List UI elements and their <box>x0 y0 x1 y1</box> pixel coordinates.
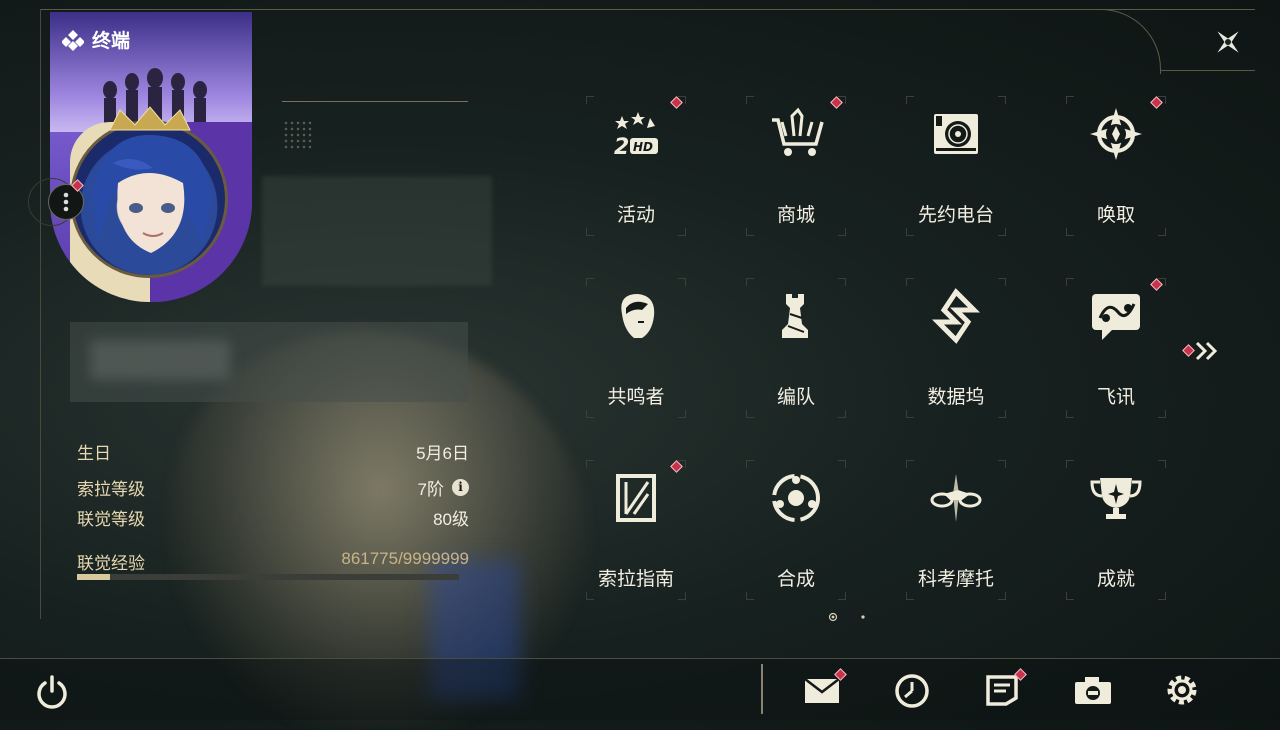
card-title: 终端 <box>62 26 130 53</box>
radio-icon <box>934 114 978 154</box>
exp-value: 861775/9999999 <box>341 549 469 568</box>
stat-union-level: 联觉等级 80级 <box>77 502 469 532</box>
tile-label: 成就 <box>1096 569 1135 590</box>
tile-label: 商城 <box>776 205 815 226</box>
stat-value: 5月6日 <box>416 443 469 463</box>
next-page-button[interactable] <box>1182 340 1222 362</box>
guide-book-icon <box>616 474 656 522</box>
tile-convene[interactable]: 唤取 <box>1066 96 1166 236</box>
stat-value: 7阶 <box>417 479 444 499</box>
more-vertical-icon <box>63 192 69 212</box>
double-chevron-right-icon <box>1195 341 1218 361</box>
info-icon[interactable]: i <box>452 478 469 496</box>
svg-text:2: 2 <box>614 135 629 160</box>
stat-label: 索拉等级 <box>77 479 145 499</box>
notification-badge <box>1182 344 1195 357</box>
gacha-compass-icon <box>1090 108 1142 160</box>
decor-dot-grid <box>283 120 313 150</box>
motorbike-icon <box>930 474 982 522</box>
exp-row: 联觉经验 861775/9999999 <box>77 549 469 574</box>
frame-right-line <box>1160 70 1255 71</box>
close-button[interactable] <box>1208 22 1248 62</box>
exp-progress-bar <box>77 574 459 580</box>
tile-resonators[interactable]: 共鸣者 <box>586 278 686 418</box>
tile-label: 先约电台 <box>917 205 994 226</box>
trophy-icon <box>1090 478 1142 519</box>
tile-label: 数据坞 <box>927 387 985 408</box>
stat-sol-rank: 索拉等级 7阶 i <box>77 472 469 502</box>
event-2hd-icon: 2 HD <box>614 112 658 160</box>
tile-label: 索拉指南 <box>597 569 674 590</box>
resonator-head-icon <box>621 294 655 338</box>
stat-label: 生日 <box>77 443 111 463</box>
tile-label: 活动 <box>616 205 655 226</box>
data-dock-icon <box>931 288 981 344</box>
camera-button[interactable] <box>1072 670 1116 712</box>
profile-stats: 生日 5月6日 索拉等级 7阶 i 联觉等级 80级 <box>77 436 469 532</box>
name-underline <box>282 101 468 102</box>
tile-team[interactable]: 编队 <box>746 278 846 418</box>
tile-shop[interactable]: 商城 <box>746 96 846 236</box>
tile-label: 共鸣者 <box>607 387 665 408</box>
camera-icon <box>1075 677 1111 704</box>
shop-cart-icon <box>772 107 824 156</box>
card-title-text: 终端 <box>92 31 131 52</box>
tile-radio[interactable]: 先约电台 <box>906 96 1006 236</box>
tile-messages[interactable]: 飞讯 <box>1066 278 1166 418</box>
avatar[interactable] <box>70 120 228 278</box>
page-indicator <box>828 612 865 622</box>
bottom-separator <box>761 664 763 714</box>
chess-team-icon <box>782 294 808 338</box>
clock-button[interactable] <box>892 670 936 712</box>
tile-event[interactable]: 2 HD 活动 <box>586 96 686 236</box>
frame-left-line <box>40 9 41 619</box>
frame-corner-curve <box>1100 9 1161 74</box>
settings-gear-icon <box>1167 675 1197 705</box>
player-name-area <box>262 176 492 286</box>
settings-button[interactable] <box>1162 670 1206 712</box>
tile-label: 唤取 <box>1096 205 1135 226</box>
stat-value-wrap: 7阶 i <box>418 475 469 500</box>
tile-data-dock[interactable]: 数据坞 <box>906 278 1006 418</box>
exp-label: 联觉经验 <box>77 554 145 573</box>
close-star-icon <box>1217 31 1239 53</box>
power-button[interactable] <box>33 673 71 711</box>
tile-guidebook[interactable]: 索拉指南 <box>586 460 686 600</box>
terminal-logo-icon <box>62 29 84 51</box>
signature-highlight <box>90 340 230 380</box>
exp-progress-fill <box>77 574 110 580</box>
frame-top-line <box>40 9 1255 10</box>
notes-button[interactable] <box>982 668 1027 712</box>
tile-label: 合成 <box>776 569 815 590</box>
mail-button[interactable] <box>802 668 847 712</box>
profile-menu-button[interactable] <box>48 179 84 220</box>
tile-synthesis[interactable]: 合成 <box>746 460 846 600</box>
avatar-character-art <box>93 134 211 253</box>
menu-grid: 2 HD 活动 商城 先约电台 唤取 共鸣者 编队 数据坞 飞讯 索拉指南 合成… <box>586 96 1166 600</box>
clock-icon <box>895 674 929 708</box>
synthesis-icon <box>772 474 820 522</box>
message-chat-icon <box>1092 294 1140 340</box>
power-icon <box>37 675 67 709</box>
tile-achievements[interactable]: 成就 <box>1066 460 1166 600</box>
crown-ornament <box>109 106 191 131</box>
tile-motorbike[interactable]: 科考摩托 <box>906 460 1006 600</box>
tile-label: 科考摩托 <box>917 569 994 590</box>
stat-birthday: 生日 5月6日 <box>77 436 469 466</box>
stat-label: 联觉等级 <box>77 509 145 529</box>
bottom-divider <box>0 658 1280 659</box>
tile-label: 编队 <box>776 387 815 408</box>
tile-label: 飞讯 <box>1096 387 1135 408</box>
stat-value: 80级 <box>433 509 469 529</box>
svg-text:HD: HD <box>633 140 653 154</box>
